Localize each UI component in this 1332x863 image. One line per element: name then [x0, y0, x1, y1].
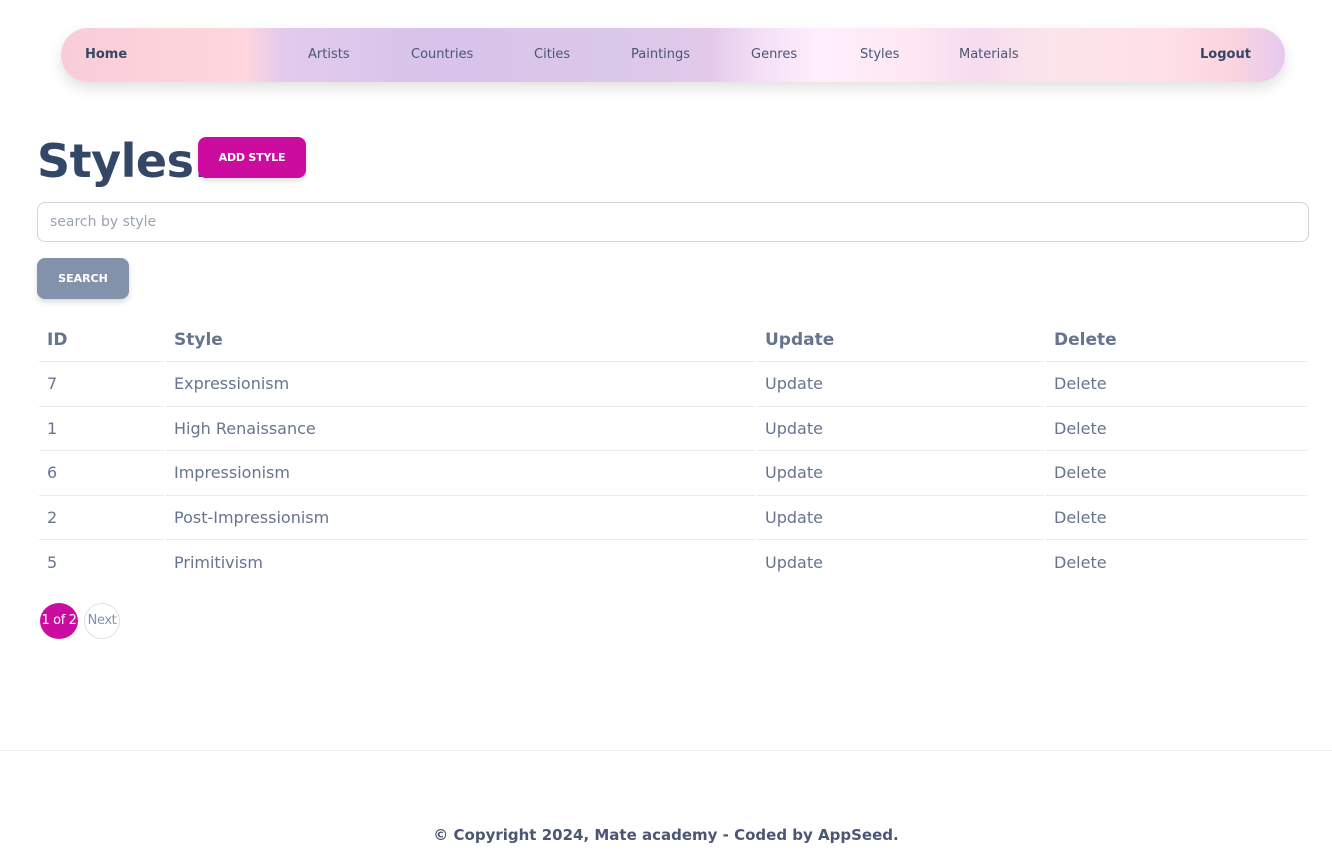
next-page-button[interactable]: Next — [84, 603, 120, 639]
table-row: 1 High Renaissance Update Delete — [39, 407, 1307, 451]
styles-table: ID Style Update Delete 7 Expressionism U… — [37, 318, 1309, 585]
style-id: 6 — [39, 451, 164, 496]
nav-materials-link[interactable]: Materials — [959, 28, 1019, 82]
update-link[interactable]: Update — [757, 362, 1044, 407]
style-id: 7 — [39, 362, 164, 407]
nav-home-link[interactable]: Home — [85, 28, 127, 82]
nav-countries-link[interactable]: Countries — [411, 28, 473, 82]
search-button[interactable]: SEARCH — [37, 258, 129, 299]
style-name: High Renaissance — [166, 407, 755, 451]
nav-styles-link[interactable]: Styles — [860, 28, 899, 82]
update-link[interactable]: Update — [757, 407, 1044, 451]
style-name: Primitivism — [174, 552, 263, 572]
current-page-indicator: 1 of 2 — [40, 603, 78, 639]
update-link[interactable]: Update — [757, 540, 1044, 585]
page-title: Styles: — [37, 134, 212, 188]
column-header-delete: Delete — [1046, 318, 1307, 362]
delete-link[interactable]: Delete — [1046, 540, 1307, 585]
column-header-id: ID — [39, 318, 164, 362]
table-header-row: ID Style Update Delete — [39, 318, 1307, 362]
table-row: 5 Primitivism Update Delete — [39, 540, 1307, 585]
delete-link[interactable]: Delete — [1046, 362, 1307, 407]
column-header-update: Update — [757, 318, 1044, 362]
top-navbar: Home Artists Countries Cities Paintings … — [61, 28, 1285, 82]
nav-cities-link[interactable]: Cities — [534, 28, 570, 82]
nav-genres-link[interactable]: Genres — [751, 28, 797, 82]
style-name: Post-Impressionism — [166, 496, 755, 540]
style-name: Expressionism — [166, 362, 755, 407]
nav-artists-link[interactable]: Artists — [308, 28, 350, 82]
update-link[interactable]: Update — [757, 496, 1044, 540]
update-link[interactable]: Update — [757, 451, 1044, 496]
style-name: Impressionism — [166, 451, 755, 496]
footer-copyright: © Copyright 2024, Mate academy - Coded b… — [433, 826, 899, 844]
add-style-button[interactable]: ADD STYLE — [198, 137, 306, 178]
column-header-style: Style — [166, 318, 755, 362]
delete-link[interactable]: Delete — [1046, 407, 1307, 451]
nav-logout-link[interactable]: Logout — [1200, 28, 1251, 82]
search-input[interactable] — [37, 202, 1309, 242]
table-row: 6 Impressionism Update Delete — [39, 451, 1307, 496]
delete-link[interactable]: Delete — [1046, 496, 1307, 540]
nav-paintings-link[interactable]: Paintings — [631, 28, 690, 82]
style-id: 2 — [39, 496, 164, 540]
table-row: 7 Expressionism Update Delete — [39, 362, 1307, 407]
style-id: 5 — [47, 552, 58, 572]
footer-divider — [0, 750, 1332, 751]
delete-link[interactable]: Delete — [1046, 451, 1307, 496]
style-id: 1 — [39, 407, 164, 451]
table-row: 2 Post-Impressionism Update Delete — [39, 496, 1307, 540]
